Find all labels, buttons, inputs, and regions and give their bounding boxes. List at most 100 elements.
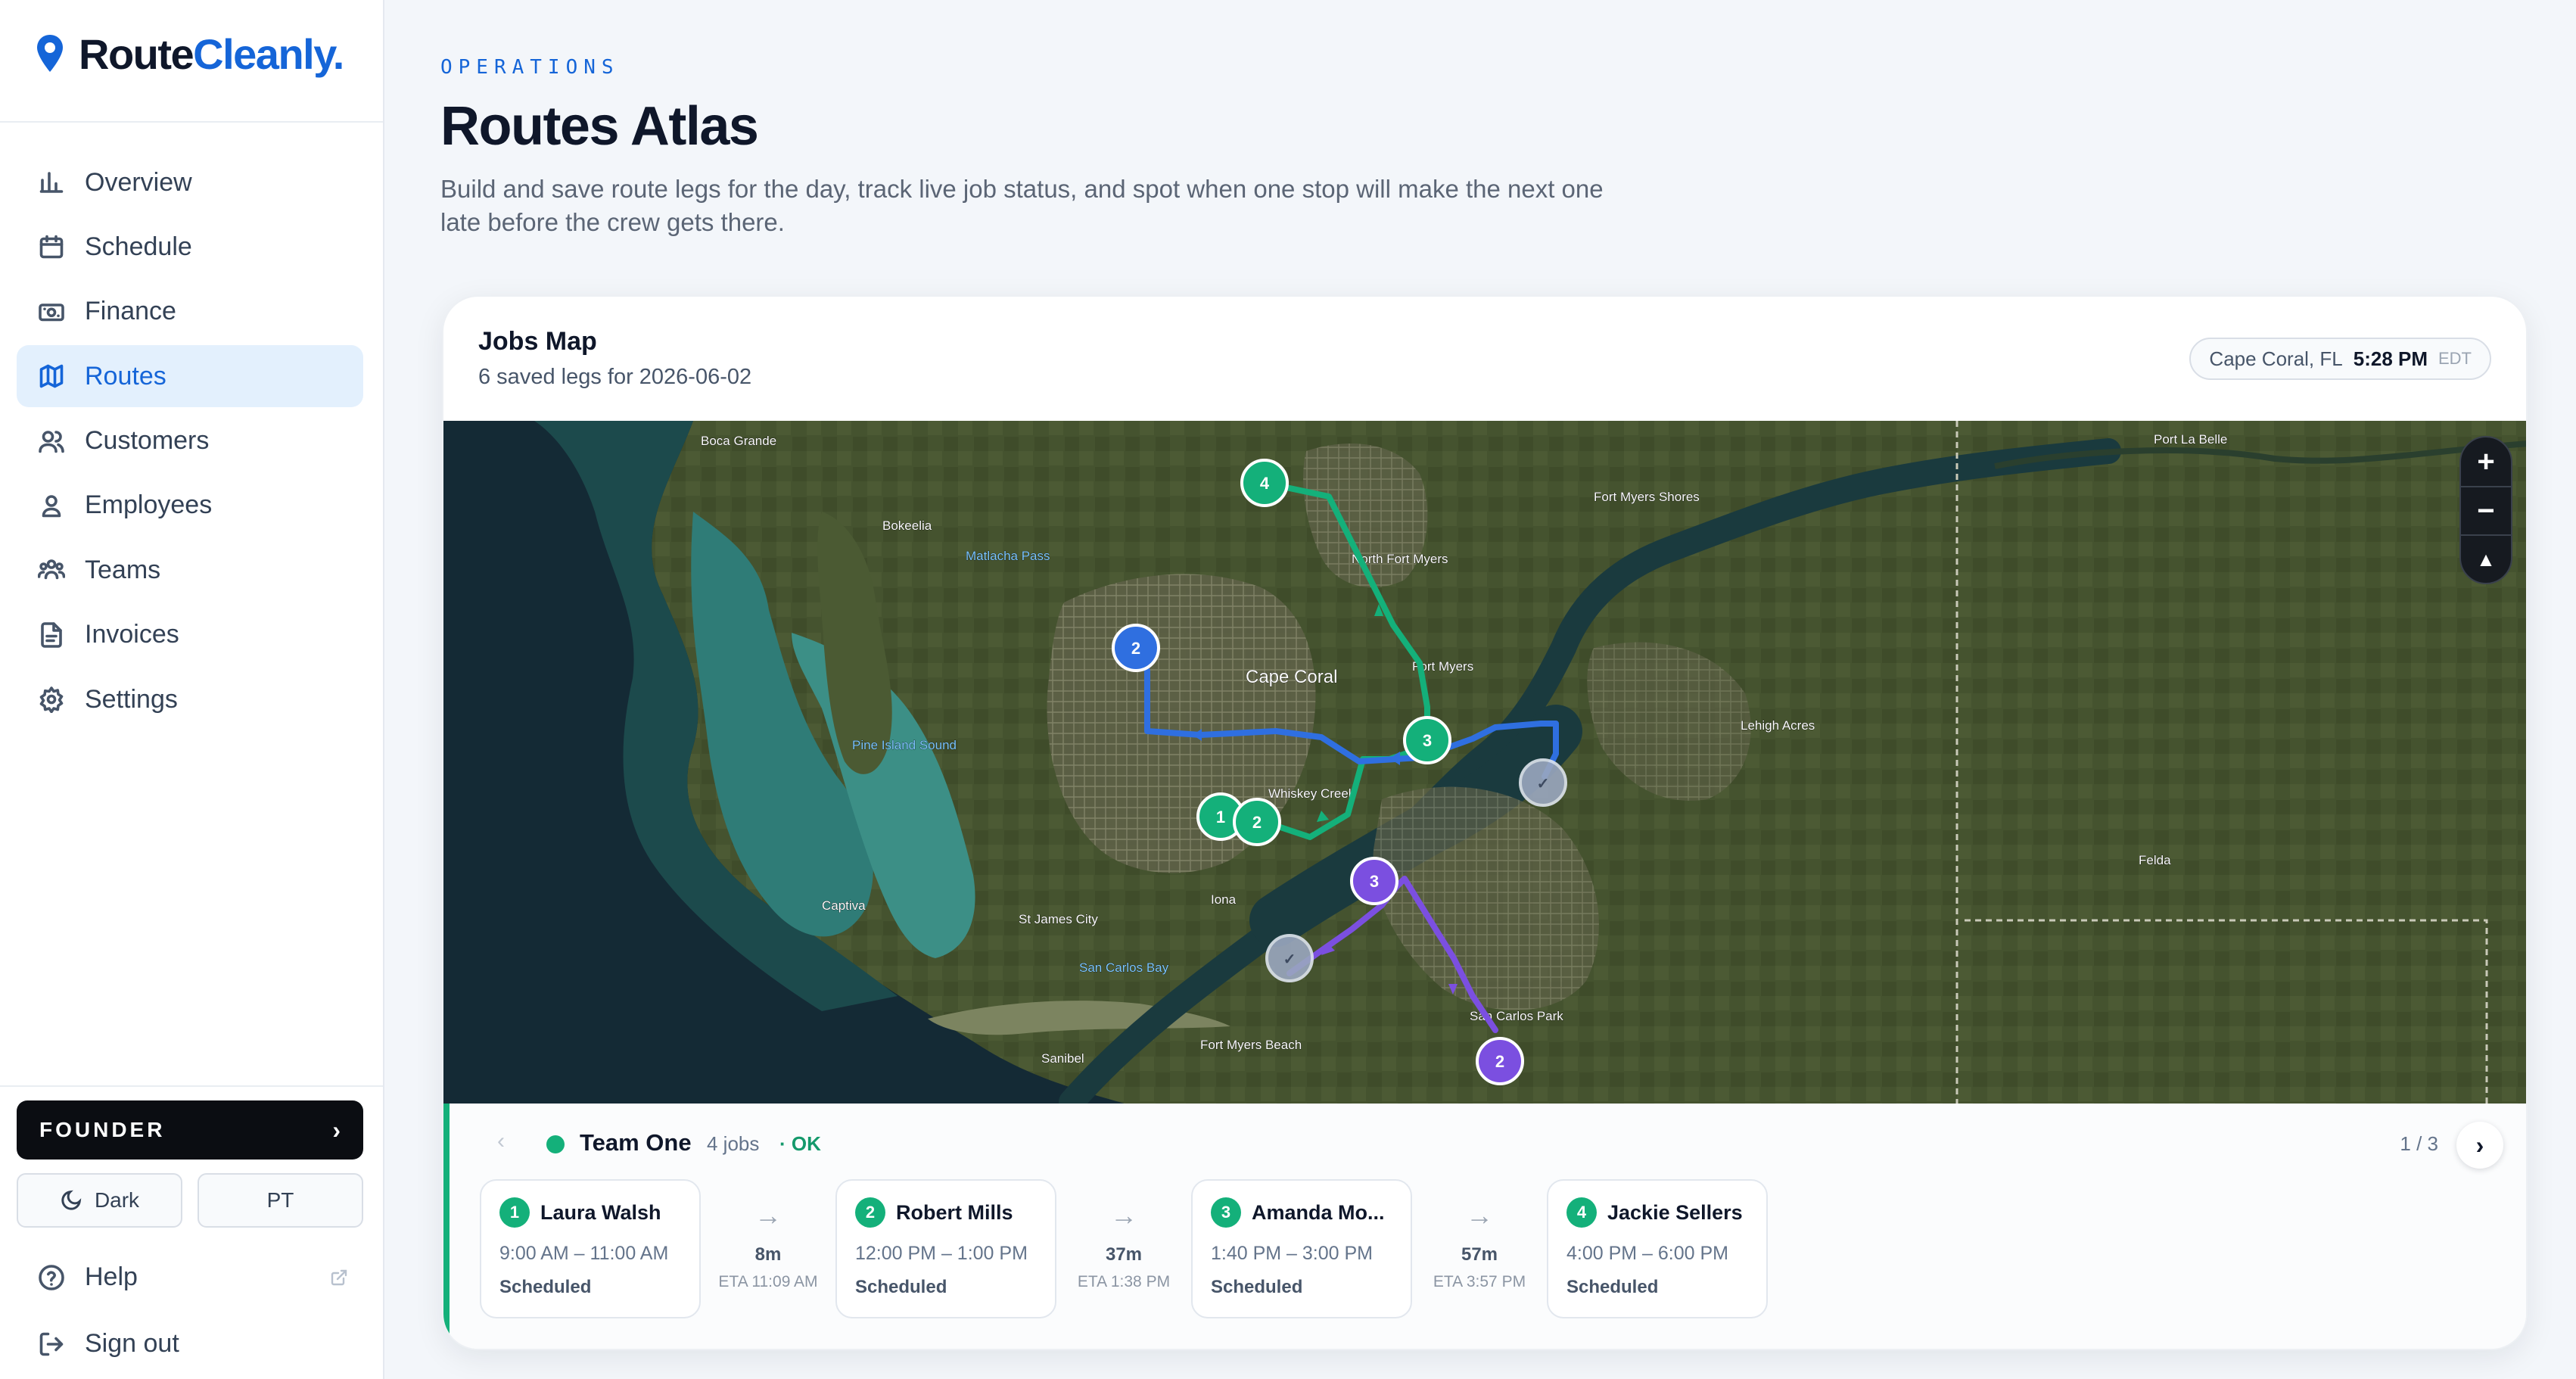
bar-chart-icon — [39, 172, 64, 193]
map-marker-green-4[interactable]: 4 — [1240, 459, 1289, 507]
sidebar-item-label: Teams — [85, 555, 161, 584]
svg-text:3: 3 — [1370, 872, 1379, 891]
job-status: Scheduled — [855, 1277, 947, 1297]
map-icon — [39, 364, 64, 388]
compass-button[interactable]: ▲ — [2459, 534, 2512, 583]
job-stop-card[interactable]: 4 Jackie Sellers 4:00 PM – 6:00 PM Sched… — [1547, 1179, 1768, 1318]
divider — [0, 1085, 383, 1087]
sidebar-item-label: Settings — [85, 684, 178, 714]
job-status: Scheduled — [1211, 1277, 1303, 1297]
customer-name: Laura Walsh — [540, 1200, 661, 1224]
sidebar-item-settings[interactable]: Settings — [17, 668, 363, 730]
job-stop-card[interactable]: 2 Robert Mills 12:00 PM – 1:00 PM Schedu… — [835, 1179, 1056, 1318]
next-team-button[interactable]: › — [2456, 1122, 2503, 1169]
map-label: Captiva — [822, 898, 866, 913]
team-color-dot — [546, 1135, 565, 1153]
founder-label: FOUNDER — [39, 1118, 166, 1141]
sidebar-item-customers[interactable]: Customers — [17, 410, 363, 472]
map-marker-green-2[interactable]: 2 — [1233, 798, 1281, 846]
external-link-icon — [331, 1269, 347, 1285]
satellite-map[interactable]: Boca Grande Bokeelia Matlacha Pass Pine … — [443, 421, 2528, 1104]
map-marker-purple-2[interactable]: 2 — [1476, 1037, 1524, 1085]
leg-eta: ETA 3:57 PM — [1433, 1273, 1526, 1290]
map-marker-green-3[interactable]: 3 — [1403, 716, 1451, 764]
customer-name: Jackie Sellers — [1607, 1200, 1743, 1224]
sidebar-item-label: Customers — [85, 426, 210, 456]
page-title: Routes Atlas — [440, 96, 759, 157]
job-stop-card[interactable]: 1 Laura Walsh 9:00 AM – 11:00 AM Schedul… — [480, 1179, 701, 1318]
previous-team-button[interactable]: ‹ — [484, 1125, 518, 1158]
route-leg: → 37m ETA 1:38 PM — [1056, 1179, 1191, 1318]
current-time: 5:28 PM — [2353, 347, 2428, 370]
time-window: 4:00 PM – 6:00 PM — [1566, 1243, 1729, 1264]
moon-icon — [61, 1190, 82, 1210]
brand-name: RouteCleanly. — [79, 30, 344, 78]
founder-button[interactable]: FOUNDER › — [17, 1100, 363, 1160]
map-label: Port La Belle — [2154, 432, 2227, 447]
location-time-chip: Cape Coral, FL 5:28 PM EDT — [2189, 338, 2491, 380]
jobs-map-card: Jobs Map 6 saved legs for 2026-06-02 Cap… — [442, 295, 2528, 1350]
users-icon — [39, 430, 64, 453]
map-label: Fort Myers Beach — [1200, 1038, 1302, 1052]
leg-eta: ETA 11:09 AM — [718, 1273, 818, 1290]
job-status: Scheduled — [1566, 1277, 1659, 1297]
team-status: · OK — [779, 1132, 821, 1155]
help-link[interactable]: Help — [38, 1262, 348, 1292]
stop-number: 3 — [1211, 1197, 1241, 1228]
sidebar-item-overview[interactable]: Overview — [17, 151, 363, 213]
time-window: 9:00 AM – 11:00 AM — [499, 1243, 669, 1264]
page-description: Build and save route legs for the day, t… — [440, 175, 1604, 236]
file-icon — [41, 621, 62, 648]
zoom-in-button[interactable]: + — [2459, 437, 2512, 486]
time-window: 1:40 PM – 3:00 PM — [1211, 1243, 1374, 1264]
map-label: Pine Island Sound — [852, 738, 957, 752]
map-pin-icon — [35, 33, 65, 74]
map-label: Whiskey Creek — [1268, 786, 1355, 801]
map-label: Bokeelia — [882, 518, 932, 533]
help-label: Help — [85, 1262, 138, 1291]
map-label: Sanibel — [1041, 1051, 1084, 1066]
sidebar-item-invoices[interactable]: Invoices — [17, 604, 363, 666]
arrow-right-icon: → — [1110, 1200, 1137, 1231]
job-stop-card[interactable]: 3 Amanda Mo... 1:40 PM – 3:00 PM Schedul… — [1191, 1179, 1412, 1318]
map-label: Matlacha Pass — [966, 549, 1050, 563]
sidebar-item-employees[interactable]: Employees — [17, 475, 363, 537]
brand-logo[interactable]: RouteCleanly. — [35, 27, 344, 80]
stop-number: 1 — [499, 1197, 530, 1228]
stop-number: 4 — [1566, 1197, 1597, 1228]
leg-duration: 37m — [1105, 1244, 1143, 1265]
svg-text:✓: ✓ — [1537, 776, 1550, 792]
sidebar-item-routes[interactable]: Routes — [17, 345, 363, 408]
map-marker-blue-2[interactable]: 2 — [1112, 624, 1160, 672]
jobs-map[interactable]: Boca Grande Bokeelia Matlacha Pass Pine … — [443, 421, 2528, 1104]
user-icon — [42, 495, 61, 518]
section-eyebrow: OPERATIONS — [440, 56, 620, 79]
map-label: Lehigh Acres — [1741, 718, 1815, 733]
map-marker-done[interactable]: ✓ — [1519, 758, 1567, 807]
map-marker-done[interactable]: ✓ — [1265, 934, 1314, 982]
dark-mode-button[interactable]: Dark — [17, 1173, 182, 1228]
stops-list: 1 Laura Walsh 9:00 AM – 11:00 AM Schedul… — [480, 1179, 1768, 1318]
time-window: 12:00 PM – 1:00 PM — [855, 1243, 1028, 1264]
arrow-right-icon: → — [754, 1200, 782, 1231]
svg-text:2: 2 — [1495, 1052, 1504, 1071]
team-icon — [38, 559, 65, 580]
team-name: Team One — [580, 1129, 692, 1156]
map-marker-purple-3[interactable]: 3 — [1350, 857, 1398, 905]
route-leg: → 57m ETA 3:57 PM — [1412, 1179, 1547, 1318]
svg-text:2: 2 — [1252, 813, 1262, 832]
language-button[interactable]: PT — [198, 1173, 363, 1228]
sidebar-item-teams[interactable]: Teams — [17, 539, 363, 601]
sign-out-button[interactable]: Sign out — [38, 1329, 179, 1359]
location-label: Cape Coral, FL — [2209, 347, 2343, 370]
sidebar-item-schedule[interactable]: Schedule — [17, 216, 363, 278]
customer-name: Robert Mills — [896, 1200, 1013, 1224]
sidebar-item-label: Routes — [85, 361, 166, 391]
sign-out-label: Sign out — [85, 1329, 179, 1358]
log-out-icon — [39, 1332, 64, 1356]
sidebar-item-label: Overview — [85, 167, 192, 197]
chevron-right-icon: › — [332, 1116, 341, 1144]
zoom-out-button[interactable]: − — [2459, 486, 2512, 534]
map-label: Iona — [1211, 892, 1237, 907]
sidebar-item-finance[interactable]: Finance — [17, 281, 363, 343]
